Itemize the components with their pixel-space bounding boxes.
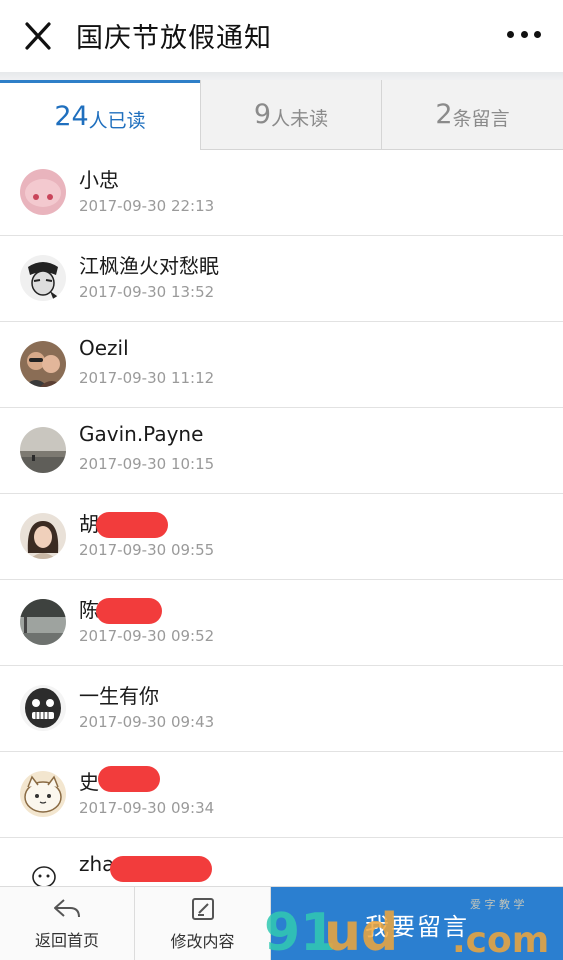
comment-button[interactable]: 我要留言 <box>271 887 563 960</box>
tab-unread-count: 9 <box>253 99 272 130</box>
tab-unread[interactable]: 9 人未读 <box>200 80 381 150</box>
redaction-mark <box>110 856 212 882</box>
tab-unread-label: 人未读 <box>271 108 329 130</box>
read-time: 2017-09-30 10:15 <box>79 455 215 473</box>
redaction-mark <box>98 766 160 792</box>
avatar <box>20 599 66 645</box>
bottom-action-bar: 返回首页 修改内容 我要留言 <box>0 886 563 960</box>
avatar <box>20 341 66 387</box>
tab-comments-count: 2 <box>435 99 453 130</box>
reader-name: 史 <box>79 770 99 794</box>
avatar <box>20 513 66 559</box>
more-dots-icon[interactable] <box>507 26 541 42</box>
page-title: 国庆节放假通知 <box>76 23 272 54</box>
list-item[interactable]: 江枫渔火对愁眠 2017-09-30 13:52 <box>0 236 563 322</box>
avatar <box>20 169 66 215</box>
reader-name: 小忠 <box>79 168 119 192</box>
reader-name: Gavin.Payne <box>79 422 204 446</box>
app-header: 国庆节放假通知 <box>0 0 563 72</box>
avatar <box>20 427 66 473</box>
reader-name: Oezil <box>79 336 129 360</box>
edit-button[interactable]: 修改内容 <box>135 887 271 960</box>
list-item[interactable]: 一生有你 2017-09-30 09:43 <box>0 666 563 752</box>
read-time: 2017-09-30 09:52 <box>79 627 215 645</box>
edit-icon <box>191 898 214 920</box>
list-item[interactable]: Gavin.Payne 2017-09-30 10:15 <box>0 408 563 494</box>
close-icon[interactable] <box>20 20 56 52</box>
read-status-tabs: 24 人已读 9 人未读 2 条留言 <box>0 80 563 150</box>
read-time: 2017-09-30 09:34 <box>79 799 215 817</box>
list-item[interactable]: 陈 2017-09-30 09:52 <box>0 580 563 666</box>
redaction-mark <box>96 598 162 624</box>
read-time: 2017-09-30 22:13 <box>79 197 215 215</box>
tab-read-count: 24 <box>54 101 89 132</box>
avatar <box>20 771 66 817</box>
tab-read[interactable]: 24 人已读 <box>0 80 200 150</box>
read-time: 2017-09-30 09:55 <box>79 541 215 559</box>
redaction-mark <box>96 512 168 538</box>
read-time: 2017-09-30 13:52 <box>79 283 215 301</box>
list-item[interactable]: 胡 2017-09-30 09:55 <box>0 494 563 580</box>
list-item[interactable]: Oezil 2017-09-30 11:12 <box>0 322 563 408</box>
read-time: 2017-09-30 11:12 <box>79 369 215 387</box>
list-item[interactable]: 小忠 2017-09-30 22:13 <box>0 150 563 236</box>
reader-list: 小忠 2017-09-30 22:13 江枫渔火对愁眠 2017-09-30 1… <box>0 150 563 924</box>
tab-comments[interactable]: 2 条留言 <box>381 80 563 150</box>
back-arrow-icon <box>54 899 80 918</box>
tab-comments-label: 条留言 <box>452 108 510 130</box>
list-item[interactable]: 史 2017-09-30 09:34 <box>0 752 563 838</box>
reader-name: zha <box>79 852 115 876</box>
avatar <box>20 255 66 301</box>
avatar <box>20 685 66 731</box>
read-time: 2017-09-30 09:43 <box>79 713 215 731</box>
comment-button-label: 我要留言 <box>365 912 469 941</box>
edit-button-label: 修改内容 <box>170 932 235 951</box>
reader-name: 江枫渔火对愁眠 <box>79 254 219 278</box>
reader-name: 一生有你 <box>79 684 159 708</box>
home-button[interactable]: 返回首页 <box>0 887 135 960</box>
home-button-label: 返回首页 <box>34 931 99 950</box>
tab-read-label: 人已读 <box>88 110 146 132</box>
